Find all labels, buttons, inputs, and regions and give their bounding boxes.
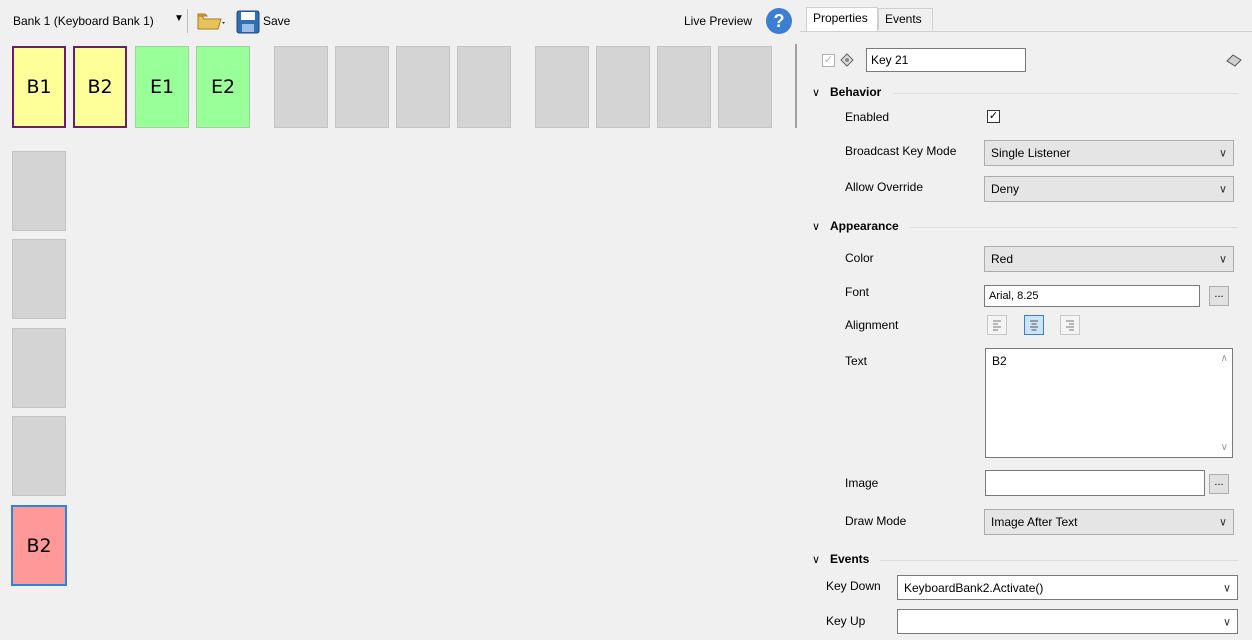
eraser-icon[interactable] — [1225, 53, 1243, 67]
empty-key[interactable] — [596, 46, 650, 128]
toolbar: Bank 1 (Keyboard Bank 1) ▼ Save Live Pre… — [0, 0, 800, 42]
align-right-icon — [1066, 320, 1074, 331]
key-e1[interactable]: E1 — [135, 46, 189, 128]
text-label: Text — [845, 354, 868, 368]
chevron-down-icon: ∨ — [1222, 616, 1231, 628]
chevron-down-icon: ∨ — [1222, 582, 1231, 594]
empty-key[interactable] — [12, 239, 66, 319]
font-input[interactable]: Arial, 8.25 — [984, 285, 1200, 307]
align-left-icon — [993, 320, 1001, 331]
chevron-down-icon: ∨ — [1218, 516, 1227, 529]
key-down-select[interactable]: KeyboardBank2.Activate() ∨ — [897, 575, 1238, 600]
allow-override-value: Deny — [991, 182, 1020, 196]
broadcast-key-mode-value: Single Listener — [991, 146, 1071, 160]
align-center-button[interactable] — [1024, 315, 1044, 335]
image-label: Image — [845, 476, 879, 490]
enabled-label: Enabled — [845, 110, 890, 124]
collapse-events-icon[interactable]: ∨ — [812, 553, 820, 566]
open-folder-icon[interactable] — [196, 10, 226, 32]
empty-key[interactable] — [335, 46, 389, 128]
section-appearance-title: Appearance — [830, 219, 899, 233]
color-label: Color — [845, 251, 874, 265]
empty-key[interactable] — [12, 151, 66, 231]
key-name-input[interactable]: Key 21 — [866, 48, 1026, 72]
key-up-select[interactable]: ∨ — [897, 609, 1238, 634]
font-label: Font — [845, 285, 870, 299]
section-divider — [880, 560, 1238, 561]
chevron-down-icon: ∨ — [1218, 253, 1227, 266]
key-down-value: KeyboardBank2.Activate() — [904, 580, 1044, 595]
draw-mode-value: Image After Text — [991, 515, 1078, 529]
draw-mode-select[interactable]: Image After Text ∨ — [984, 509, 1234, 535]
scroll-up-icon[interactable]: ∧ — [1221, 353, 1228, 364]
save-disk-icon[interactable] — [236, 10, 260, 34]
empty-key[interactable] — [457, 46, 511, 128]
align-left-button[interactable] — [987, 315, 1007, 335]
chevron-down-icon: ∨ — [1218, 183, 1227, 196]
save-button[interactable]: Save — [263, 13, 290, 29]
tab-events[interactable]: Events — [878, 8, 933, 30]
live-preview-label[interactable]: Live Preview — [684, 13, 752, 29]
section-divider — [910, 227, 1238, 228]
key-e2[interactable]: E2 — [196, 46, 250, 128]
empty-key[interactable] — [657, 46, 711, 128]
draw-mode-label: Draw Mode — [845, 514, 907, 528]
empty-key[interactable] — [274, 46, 328, 128]
text-area[interactable]: B2 ∧ ∨ — [985, 348, 1233, 458]
empty-key[interactable] — [535, 46, 589, 128]
align-right-button[interactable] — [1060, 315, 1080, 335]
empty-key[interactable] — [12, 328, 66, 408]
empty-key[interactable] — [718, 46, 772, 128]
empty-key[interactable] — [396, 46, 450, 128]
key-enabled-small-checkbox[interactable]: ✓ — [822, 54, 835, 67]
enabled-checkbox[interactable]: ✓ — [987, 110, 1000, 123]
color-select[interactable]: Red ∨ — [984, 246, 1234, 272]
alignment-label: Alignment — [845, 318, 899, 332]
toolbar-separator — [187, 9, 188, 33]
splitter[interactable] — [795, 44, 797, 128]
color-value: Red — [991, 252, 1014, 266]
broadcast-key-mode-select[interactable]: Single Listener ∨ — [984, 140, 1234, 166]
image-input[interactable] — [985, 470, 1205, 496]
collapse-behavior-icon[interactable]: ∨ — [812, 86, 820, 99]
key-down-label: Key Down — [826, 579, 881, 593]
scroll-down-icon[interactable]: ∨ — [1221, 442, 1228, 453]
help-icon[interactable]: ? — [766, 8, 792, 34]
broadcast-key-mode-label: Broadcast Key Mode — [845, 144, 957, 158]
collapse-appearance-icon[interactable]: ∨ — [812, 220, 820, 233]
key-up-label: Key Up — [826, 614, 866, 628]
key-b2[interactable]: B2 — [73, 46, 127, 128]
tab-divider — [800, 31, 1252, 32]
section-events-title: Events — [830, 552, 870, 566]
chevron-down-icon: ∨ — [1218, 147, 1227, 160]
section-divider — [893, 93, 1238, 94]
allow-override-label: Allow Override — [845, 180, 924, 194]
text-area-value: B2 — [992, 354, 1007, 368]
allow-override-select[interactable]: Deny ∨ — [984, 176, 1234, 202]
bank-selector-label[interactable]: Bank 1 (Keyboard Bank 1) — [13, 13, 154, 29]
key-icon — [838, 51, 856, 69]
chevron-down-icon[interactable]: ▼ — [174, 13, 184, 24]
tab-properties[interactable]: Properties — [806, 7, 878, 31]
key-b1[interactable]: B1 — [12, 46, 66, 128]
image-browse-button[interactable]: ... — [1209, 474, 1229, 494]
key-b2-selected[interactable]: B2 — [11, 505, 67, 586]
empty-key[interactable] — [12, 416, 66, 496]
align-center-icon — [1030, 320, 1038, 331]
section-behavior-title: Behavior — [830, 85, 882, 99]
font-browse-button[interactable]: ... — [1209, 286, 1229, 306]
